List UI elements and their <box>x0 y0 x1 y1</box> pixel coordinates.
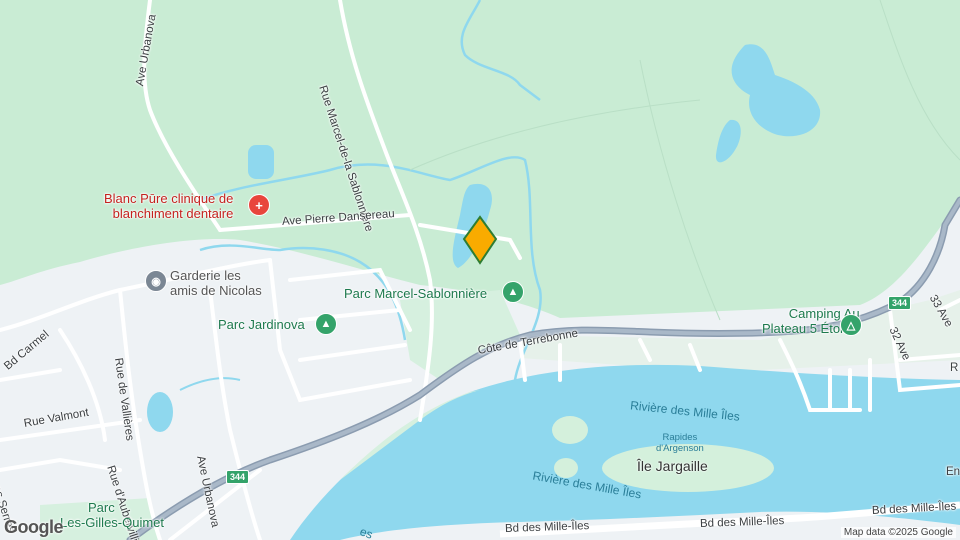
map-canvas[interactable]: Ave Urbanova Rue Marcel-de-la Sablonnièr… <box>0 0 960 540</box>
location-marker-icon[interactable] <box>462 215 498 265</box>
poi-parc-gilles-quimet[interactable]: Parc Les-Gilles-Quimet <box>60 500 164 530</box>
poi-clinic[interactable]: Blanc Pūre clinique de blanchiment denta… <box>104 191 233 221</box>
rapides-line1: Rapides <box>662 432 698 443</box>
poi-garderie-line1: Garderie les <box>170 268 241 283</box>
poi-parc-gilles-line2: Les-Gilles-Quimet <box>60 515 165 530</box>
map-attribution[interactable]: Map data ©2025 Google <box>840 527 956 538</box>
park-tree-icon[interactable]: ▲ <box>315 313 337 335</box>
poi-clinic-line2: blanchiment dentaire <box>112 206 234 221</box>
poi-clinic-line1: Blanc Pūre clinique de <box>104 191 234 206</box>
small-island <box>552 416 588 444</box>
poi-parc-marcel-sablonniere[interactable]: Parc Marcel-Sablonnière <box>344 286 487 301</box>
rapides-line2: d'Argenson <box>656 443 704 454</box>
street-label-en: En <box>946 466 960 478</box>
medical-icon[interactable]: + <box>248 194 270 216</box>
island-label: Île Jargaille <box>637 458 708 474</box>
route-344-shield-east: 344 <box>888 296 912 310</box>
poi-parc-gilles-line1: Parc <box>88 500 115 515</box>
poi-parc-jardinova[interactable]: Parc Jardinova <box>218 317 305 332</box>
google-logo: Google <box>4 517 64 537</box>
school-icon[interactable]: ◉ <box>145 270 167 292</box>
route-344-shield-west: 344 <box>226 470 250 484</box>
campground-icon[interactable]: △ <box>840 314 862 336</box>
rapides-label: Rapides d'Argenson <box>656 432 704 454</box>
pond-west <box>147 392 173 432</box>
poi-garderie-line2: amis de Nicolas <box>170 283 262 298</box>
park-tree-icon[interactable]: ▲ <box>502 281 524 303</box>
poi-garderie[interactable]: Garderie les amis de Nicolas <box>170 268 262 298</box>
pond-north <box>248 145 274 179</box>
street-label-r: R <box>950 362 959 374</box>
